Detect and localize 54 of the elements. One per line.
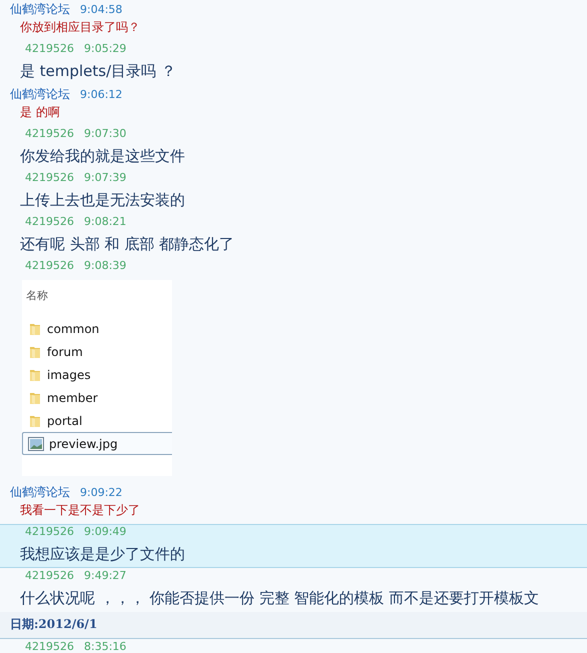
sender-name: 4219526: [25, 127, 74, 140]
chat-message[interactable]: 仙鹤湾论坛 9:04:58 你放到相应目录了吗？: [0, 0, 587, 41]
file-item: member: [22, 386, 172, 409]
chat-message[interactable]: 4219526 9:08:39 名称 common forum images member portal preview.jpg: [0, 258, 587, 483]
message-text: 我看一下是不是下少了: [19, 502, 141, 519]
message-time: 9:49:27: [84, 569, 126, 582]
sender-name: 4219526: [25, 640, 74, 653]
message-time: 9:07:30: [84, 127, 126, 140]
folder-icon: [28, 390, 42, 404]
chat-message[interactable]: 4219526 9:05:29 是 templets/目录吗 ？: [0, 41, 587, 85]
chat-message[interactable]: 仙鹤湾论坛 9:09:22 我看一下是不是下少了: [0, 483, 587, 524]
chat-message[interactable]: 4219526 9:07:39 上传上去也是无法安装的: [0, 170, 587, 214]
file-item: portal: [22, 409, 172, 432]
message-text: 你发给我的就是这些文件: [19, 146, 186, 167]
folder-icon: [28, 344, 42, 358]
file-item: forum: [22, 340, 172, 363]
message-time: 9:06:12: [80, 88, 122, 101]
message-text: 上传上去也是无法安装的: [19, 190, 186, 211]
message-text: 是 的啊: [19, 104, 61, 121]
sender-name: 4219526: [25, 525, 74, 538]
sender-name: 仙鹤湾论坛: [10, 1, 70, 18]
folder-icon: [28, 368, 42, 382]
message-time: 9:08:39: [84, 259, 126, 272]
sender-name: 仙鹤湾论坛: [10, 86, 70, 103]
message-time: 9:09:22: [80, 486, 122, 499]
message-text: 什么状况呢 ，，， 你能否提供一份 完整 智能化的模板 而不是还要打开模板文: [19, 588, 540, 609]
chat-message[interactable]: 4219526 9:09:49 我想应该是是少了文件的: [0, 524, 587, 568]
message-time: 9:07:39: [84, 171, 126, 184]
message-text: 还有呢 头部 和 底部 都静态化了: [19, 234, 236, 255]
file-item: common: [22, 317, 172, 340]
column-header: 名称: [26, 288, 48, 303]
chat-message[interactable]: 4219526 9:07:30 你发给我的就是这些文件: [0, 126, 587, 170]
file-item: preview.jpg: [22, 432, 172, 455]
sender-name: 4219526: [25, 569, 74, 582]
chat-message[interactable]: 4219526 9:08:21 还有呢 头部 和 底部 都静态化了: [0, 214, 587, 258]
message-time: 8:35:16: [84, 640, 126, 653]
folder-icon: [28, 322, 42, 336]
message-text: 是 templets/目录吗 ？: [19, 61, 177, 82]
sender-name: 4219526: [25, 259, 74, 272]
message-text: 你放到相应目录了吗？: [19, 19, 141, 36]
sender-name: 4219526: [25, 171, 74, 184]
sender-name: 仙鹤湾论坛: [10, 484, 70, 501]
image-file-icon: [28, 436, 44, 450]
message-time: 9:09:49: [84, 525, 126, 538]
message-text: 我想应该是是少了文件的: [19, 544, 186, 565]
file-item: images: [22, 363, 172, 386]
chat-message[interactable]: 仙鹤湾论坛 9:06:12 是 的啊: [0, 85, 587, 126]
message-time: 9:05:29: [84, 42, 126, 55]
sender-name: 4219526: [25, 42, 74, 55]
chat-message[interactable]: 4219526 9:49:27 什么状况呢 ，，， 你能否提供一份 完整 智能化的模板 而不是还要打开模板文: [0, 568, 587, 612]
sender-name: 4219526: [25, 215, 74, 228]
folder-icon: [28, 414, 42, 428]
message-time: 9:08:21: [84, 215, 126, 228]
message-time: 9:04:58: [80, 3, 122, 16]
